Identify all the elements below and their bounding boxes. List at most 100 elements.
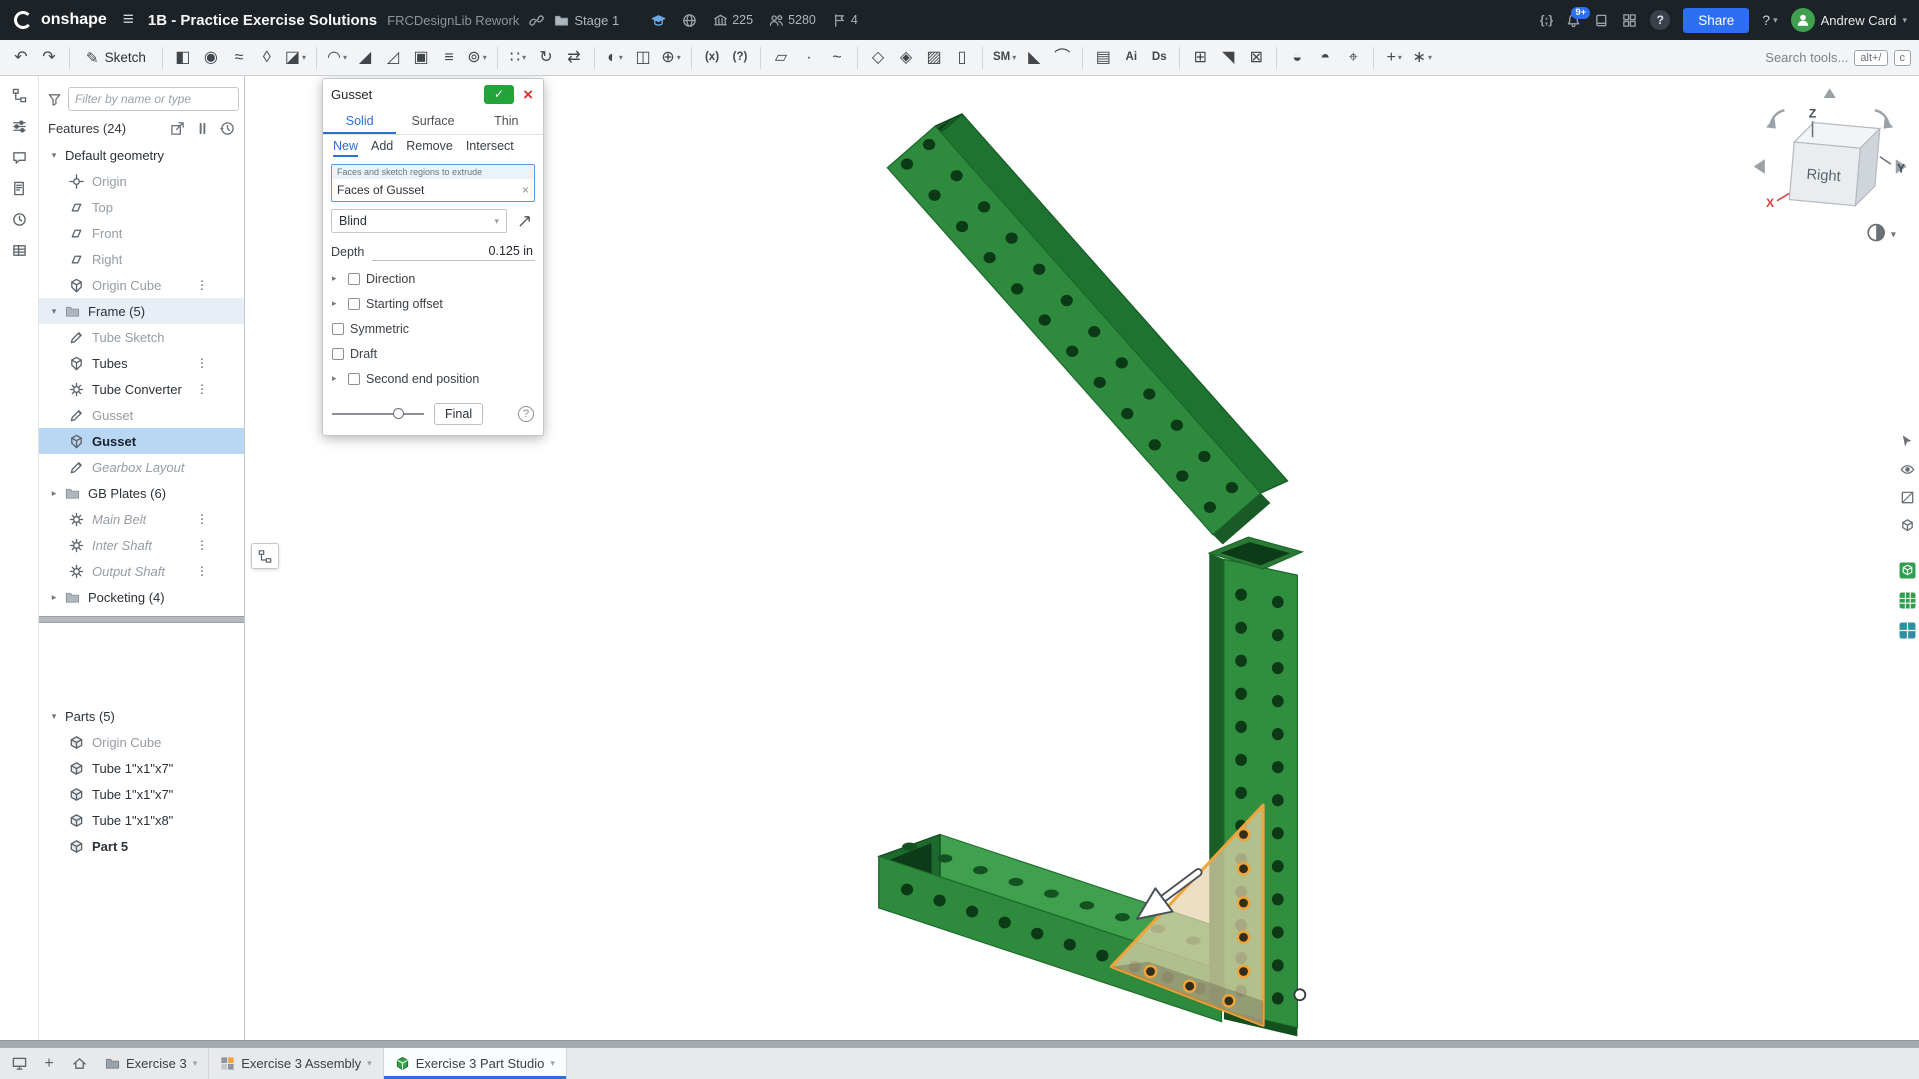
building-stat[interactable]: 225 <box>713 13 753 28</box>
feature-item-tube-sketch[interactable]: Tube Sketch <box>39 324 244 350</box>
onshape-logo[interactable]: onshape <box>12 9 107 31</box>
dialog-tab-solid[interactable]: Solid <box>323 109 397 134</box>
redo-icon[interactable]: ↷ <box>36 44 62 72</box>
flag-stat[interactable]: 4 <box>832 13 858 28</box>
split-icon[interactable]: ◫ <box>630 44 656 72</box>
selection-item[interactable]: Faces of Gusset × <box>332 179 534 201</box>
select-tool-icon[interactable] <box>1900 434 1915 449</box>
chevron-right-icon[interactable]: ▸ <box>48 488 60 499</box>
feature-item-output-shaft[interactable]: Output Shaft ⋮ <box>39 558 244 584</box>
lookup-icon[interactable]: (?) <box>727 44 753 72</box>
option-starting-offset[interactable]: ▸ Starting offset <box>323 291 543 316</box>
end-type-select[interactable]: Blind ▾ <box>331 209 507 233</box>
extrude-icon[interactable]: ◧ <box>170 44 196 72</box>
notes-panel-icon[interactable] <box>12 181 27 196</box>
help-badge-icon[interactable]: ? <box>1650 10 1671 30</box>
checkbox-second-end-position[interactable] <box>348 372 360 385</box>
hole-icon[interactable]: ⊚ ▾ <box>464 44 490 72</box>
option-symmetric[interactable]: Symmetric <box>323 316 543 341</box>
pause-update-icon[interactable] <box>195 121 210 136</box>
chevron-right-icon[interactable]: ▸ <box>48 592 60 603</box>
draft-icon[interactable]: ◿ <box>380 44 406 72</box>
feature-item-front[interactable]: Front <box>39 220 244 246</box>
learning-cap-icon[interactable] <box>651 13 666 28</box>
filter-icon[interactable] <box>47 92 62 107</box>
link-icon[interactable] <box>529 13 545 28</box>
rib-icon[interactable]: ≡ <box>436 44 462 72</box>
public-globe-icon[interactable] <box>682 13 697 28</box>
app-store-icon[interactable] <box>1622 13 1637 28</box>
item-menu-icon[interactable]: ⋮ <box>196 278 208 292</box>
shaded-view-icon[interactable] <box>1899 562 1916 579</box>
flange-icon[interactable]: ◣ <box>1021 44 1047 72</box>
item-menu-icon[interactable]: ⋮ <box>196 538 208 552</box>
shell-icon[interactable]: ▣ <box>408 44 434 72</box>
chevron-down-icon[interactable]: ▾ <box>48 150 60 161</box>
assign-icon[interactable]: ▤ <box>1090 44 1116 72</box>
named-views-icon[interactable]: ⌖ <box>1340 44 1366 72</box>
doc-tab-exercise-3-assembly[interactable]: Exercise 3 Assembly ▾ <box>209 1048 384 1079</box>
chevron-down-icon[interactable]: ▾ <box>193 1058 198 1069</box>
chevron-right-icon[interactable]: ▸ <box>332 373 342 384</box>
selection-box[interactable]: Faces and sketch regions to extrude Face… <box>331 164 535 202</box>
feature-item-pocketing-4[interactable]: ▸ Pocketing (4) <box>39 584 244 610</box>
depth-input[interactable]: 0.125 in <box>372 242 535 261</box>
home-icon[interactable] <box>64 1048 94 1079</box>
chamfer-icon[interactable]: ◢ <box>352 44 378 72</box>
doc-tab-exercise-3-part-studio[interactable]: Exercise 3 Part Studio ▾ <box>383 1048 567 1079</box>
item-menu-icon[interactable]: ⋮ <box>196 382 208 396</box>
workspace-location[interactable]: Stage 1 <box>554 13 619 28</box>
sweep-icon[interactable]: ≈ <box>226 44 252 72</box>
checkbox-direction[interactable] <box>348 272 360 285</box>
share-button[interactable]: Share <box>1683 7 1750 33</box>
revolve-icon[interactable]: ◉ <box>198 44 224 72</box>
appearance-icon[interactable]: ◓ <box>1312 44 1338 72</box>
remove-selection-icon[interactable]: × <box>522 183 529 197</box>
feature-item-default-geometry[interactable]: ▾ Default geometry <box>39 142 244 168</box>
part-item-origin-cube[interactable]: Origin Cube <box>39 729 244 755</box>
ds-icon[interactable]: Ds <box>1146 44 1172 72</box>
add-tab-button[interactable]: + <box>34 1048 64 1079</box>
checkbox-symmetric[interactable] <box>332 322 344 335</box>
parts-section-header[interactable]: ▾ Parts (5) <box>39 703 244 729</box>
chevron-down-icon[interactable]: ▾ <box>48 306 60 317</box>
view-cube[interactable]: Right Z Y X <box>1753 88 1907 210</box>
insert-tool-icon[interactable]: + ▾ <box>1381 44 1407 72</box>
notifications-button[interactable]: 9+ <box>1566 6 1591 28</box>
feature-item-right[interactable]: Right <box>39 246 244 272</box>
variable-icon[interactable]: (x) <box>699 44 725 72</box>
feature-list-panel-icon[interactable] <box>12 88 27 103</box>
dialog-help-icon[interactable]: ? <box>518 406 534 422</box>
feature-item-inter-shaft[interactable]: Inter Shaft ⋮ <box>39 532 244 558</box>
delete-face-icon[interactable]: ▯ <box>949 44 975 72</box>
slider-knob[interactable] <box>392 408 404 419</box>
chevron-down-icon[interactable]: ▾ <box>367 1058 372 1069</box>
fillet-icon[interactable]: ◠ ▾ <box>324 44 350 72</box>
featurescript-icon[interactable]: {;} <box>1540 13 1553 27</box>
rotate-up-arrow[interactable] <box>1823 88 1836 99</box>
feature-item-gusset[interactable]: Gusset <box>39 428 244 454</box>
feature-item-origin-cube[interactable]: Origin Cube ⋮ <box>39 272 244 298</box>
thicken-icon[interactable]: ◪ ▾ <box>282 44 309 72</box>
filter-input[interactable] <box>68 87 239 111</box>
custom-features-icon[interactable]: ∗ ▾ <box>1409 44 1435 72</box>
part-item-tube-1-x1-x7[interactable]: Tube 1"x1"x7" <box>39 781 244 807</box>
undo-icon[interactable]: ↶ <box>8 44 34 72</box>
feature-item-tube-converter[interactable]: Tube Converter ⋮ <box>39 376 244 402</box>
loft-icon[interactable]: ◊ <box>254 44 280 72</box>
linear-pattern-icon[interactable]: ∷ ▾ <box>505 44 531 72</box>
checkbox-draft[interactable] <box>332 347 344 360</box>
fill-surface-icon[interactable]: ▨ <box>921 44 947 72</box>
feature-item-frame-5[interactable]: ▾ Frame (5) <box>39 298 244 324</box>
vertex-point[interactable] <box>1293 988 1307 1002</box>
option-direction[interactable]: ▸ Direction <box>323 266 543 291</box>
section-view-icon[interactable] <box>1900 490 1915 505</box>
mode-tab-new[interactable]: New <box>333 139 359 157</box>
boolean-icon[interactable]: ◐ ▾ <box>602 44 628 72</box>
offset-surface-icon[interactable]: ◈ <box>893 44 919 72</box>
view-cube-face-label[interactable]: Right <box>1806 167 1841 185</box>
cancel-button[interactable]: × <box>521 86 535 103</box>
popout-panel-icon[interactable] <box>170 121 185 136</box>
ai-icon[interactable]: Ai <box>1118 44 1144 72</box>
mode-tab-remove[interactable]: Remove <box>406 139 453 157</box>
